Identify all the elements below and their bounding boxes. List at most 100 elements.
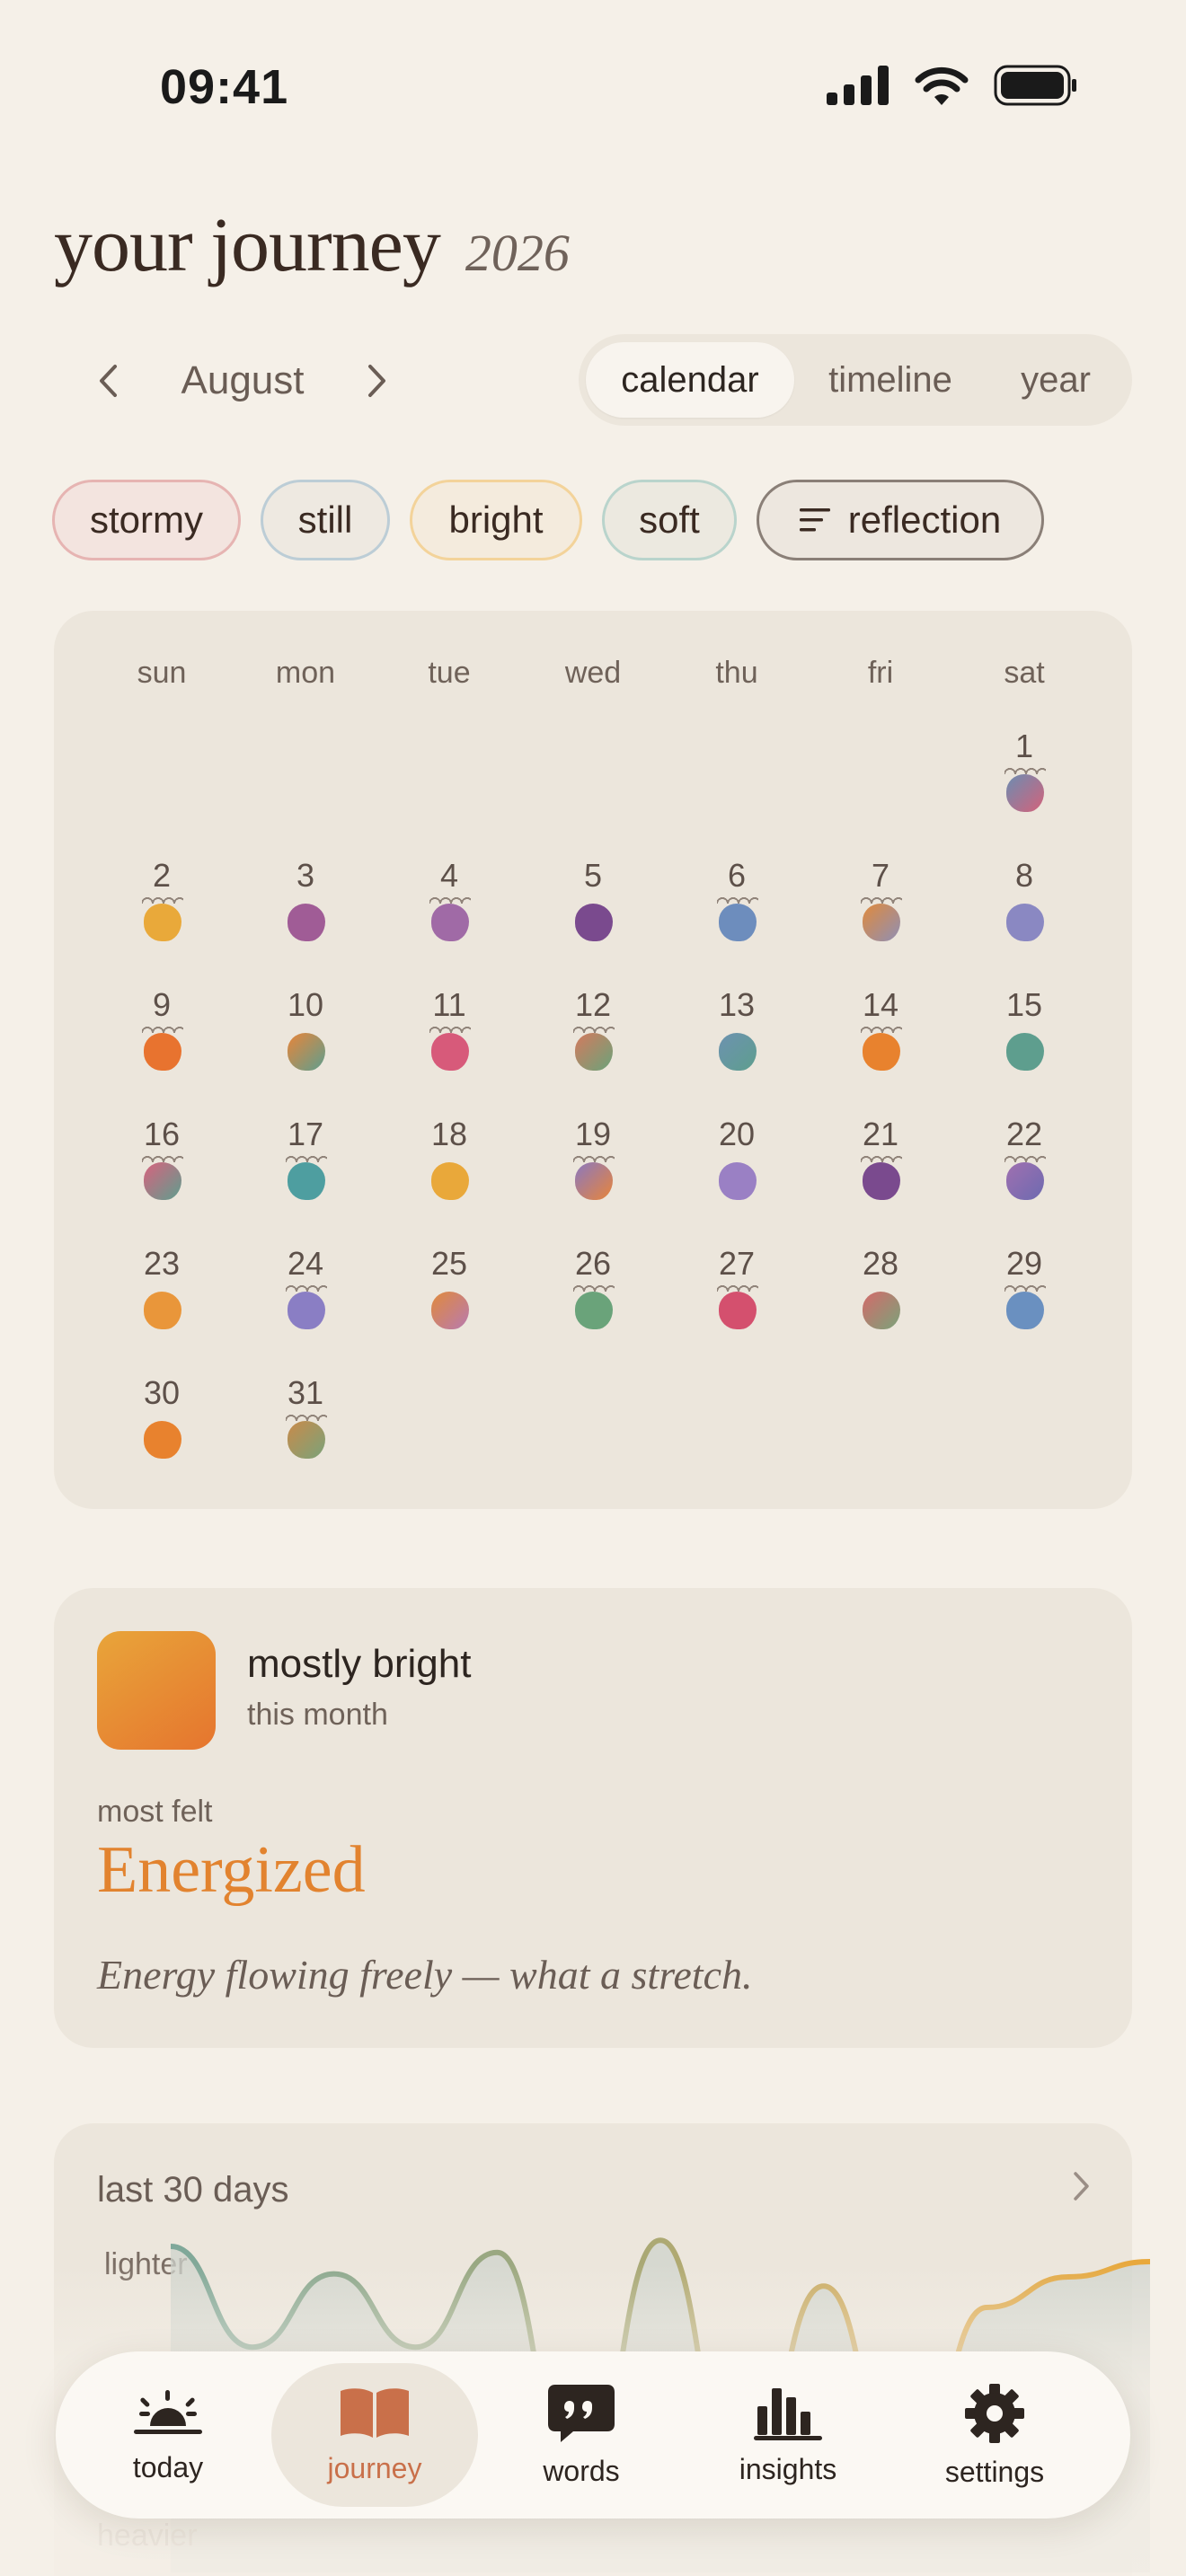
calendar-day[interactable]: 27 (665, 1245, 809, 1362)
filter-bright[interactable]: bright (410, 480, 582, 560)
calendar-day[interactable]: 24 (234, 1245, 377, 1362)
bar-chart-icon (754, 2387, 822, 2440)
mood-blob (1006, 904, 1044, 941)
calendar-day[interactable]: 28 (809, 1245, 952, 1362)
calendar-day[interactable]: 4 (377, 857, 521, 974)
mood-blob (288, 1033, 325, 1071)
mood-blob (719, 1033, 757, 1071)
tab-timeline[interactable]: timeline (794, 342, 987, 418)
day-number: 17 (287, 1116, 324, 1152)
nav-label: insights (739, 2452, 837, 2485)
nav-insights[interactable]: insights (685, 2363, 891, 2507)
tab-calendar[interactable]: calendar (586, 342, 794, 418)
mood-blob (288, 904, 325, 941)
filter-label: bright (448, 498, 544, 541)
view-toggle: calendar timeline year (579, 334, 1132, 426)
status-bar: 09:41 (0, 0, 1186, 171)
filter-label: still (297, 498, 353, 541)
day-number: 9 (152, 986, 172, 1023)
mood-blob (144, 1292, 181, 1329)
day-number: 6 (727, 857, 747, 894)
quote-bubble-icon (548, 2384, 615, 2442)
calendar-day[interactable]: 9 (90, 986, 234, 1103)
day-number: 24 (287, 1245, 324, 1282)
calendar-day[interactable]: 29 (952, 1245, 1096, 1362)
day-number: 1 (1014, 728, 1034, 764)
calendar-day[interactable]: 6 (665, 857, 809, 974)
page-title: your journey 2026 (54, 199, 570, 289)
mood-blob (573, 1151, 615, 1200)
calendar-day[interactable]: 5 (521, 857, 665, 974)
nav-words[interactable]: words (478, 2363, 685, 2507)
day-number: 12 (574, 986, 612, 1023)
calendar-day[interactable]: 2 (90, 857, 234, 974)
nav-settings[interactable]: settings (891, 2363, 1098, 2507)
mood-blob (1005, 1281, 1046, 1329)
calendar-day[interactable]: 20 (665, 1116, 809, 1232)
calendar-day[interactable]: 30 (90, 1374, 234, 1491)
gear-icon (965, 2383, 1024, 2443)
mood-blob (286, 1151, 327, 1200)
day-number: 5 (583, 857, 603, 894)
calendar-card: sun mon tue wed thu fri sat 1 2 3 4 5 6 7 8 9 10 1… (54, 611, 1132, 1509)
calendar-day[interactable]: 1 (952, 728, 1096, 844)
calendar-day[interactable]: 25 (377, 1245, 521, 1362)
month-summary-card: mostly bright this month most felt Energ… (54, 1588, 1132, 2048)
day-number: 4 (439, 857, 459, 894)
mood-blob (1005, 1151, 1046, 1200)
calendar-day[interactable]: 22 (952, 1116, 1096, 1232)
calendar-day[interactable]: 17 (234, 1116, 377, 1232)
day-number: 8 (1014, 857, 1034, 894)
day-number: 15 (1005, 986, 1043, 1023)
calendar-day[interactable]: 18 (377, 1116, 521, 1232)
day-number: 2 (152, 857, 172, 894)
calendar-day[interactable]: 3 (234, 857, 377, 974)
filter-reflection[interactable]: reflection (757, 480, 1044, 560)
mood-blob (142, 893, 183, 941)
nav-today[interactable]: today (65, 2363, 271, 2507)
calendar-day[interactable]: 16 (90, 1116, 234, 1232)
summary-subtitle: this month (247, 1698, 388, 1732)
most-felt-value: Energized (97, 1833, 366, 1907)
filter-soft[interactable]: soft (602, 480, 737, 560)
nav-label: today (132, 2450, 204, 2483)
wifi-icon (915, 66, 969, 105)
calendar-day[interactable]: 10 (234, 986, 377, 1103)
weekday-label: sat (1004, 656, 1045, 690)
calendar-day[interactable]: 15 (952, 986, 1096, 1103)
weekday-label: thu (715, 656, 758, 690)
day-number: 21 (862, 1116, 899, 1152)
day-number: 3 (296, 857, 315, 894)
title-text: your journey (54, 201, 441, 287)
calendar-day[interactable]: 21 (809, 1116, 952, 1232)
calendar-day[interactable]: 14 (809, 986, 952, 1103)
day-number: 10 (287, 986, 324, 1023)
filter-stormy[interactable]: stormy (52, 480, 241, 560)
signal-icon (827, 66, 889, 105)
calendar-day[interactable]: 26 (521, 1245, 665, 1362)
previous-month-button[interactable] (81, 345, 135, 417)
calendar-day[interactable]: 12 (521, 986, 665, 1103)
day-number: 20 (718, 1116, 756, 1152)
weekday-label: mon (275, 656, 336, 690)
sunrise-icon (134, 2389, 202, 2434)
nav-journey[interactable]: journey (271, 2363, 478, 2507)
calendar-day[interactable]: 31 (234, 1374, 377, 1491)
day-number: 25 (430, 1245, 468, 1282)
summary-title: mostly bright (247, 1642, 472, 1686)
calendar-day[interactable]: 13 (665, 986, 809, 1103)
mood-blob (429, 893, 471, 941)
day-number: 16 (143, 1116, 181, 1152)
filter-still[interactable]: still (261, 480, 390, 560)
calendar-day[interactable]: 19 (521, 1116, 665, 1232)
calendar-day[interactable]: 23 (90, 1245, 234, 1362)
tab-year[interactable]: year (987, 342, 1125, 418)
day-number: 19 (574, 1116, 612, 1152)
calendar-day[interactable]: 7 (809, 857, 952, 974)
next-month-button[interactable] (350, 345, 404, 417)
current-month: August (181, 358, 305, 402)
calendar-day[interactable]: 8 (952, 857, 1096, 974)
mood-blob (431, 1162, 469, 1200)
day-number: 7 (871, 857, 890, 894)
calendar-day[interactable]: 11 (377, 986, 521, 1103)
